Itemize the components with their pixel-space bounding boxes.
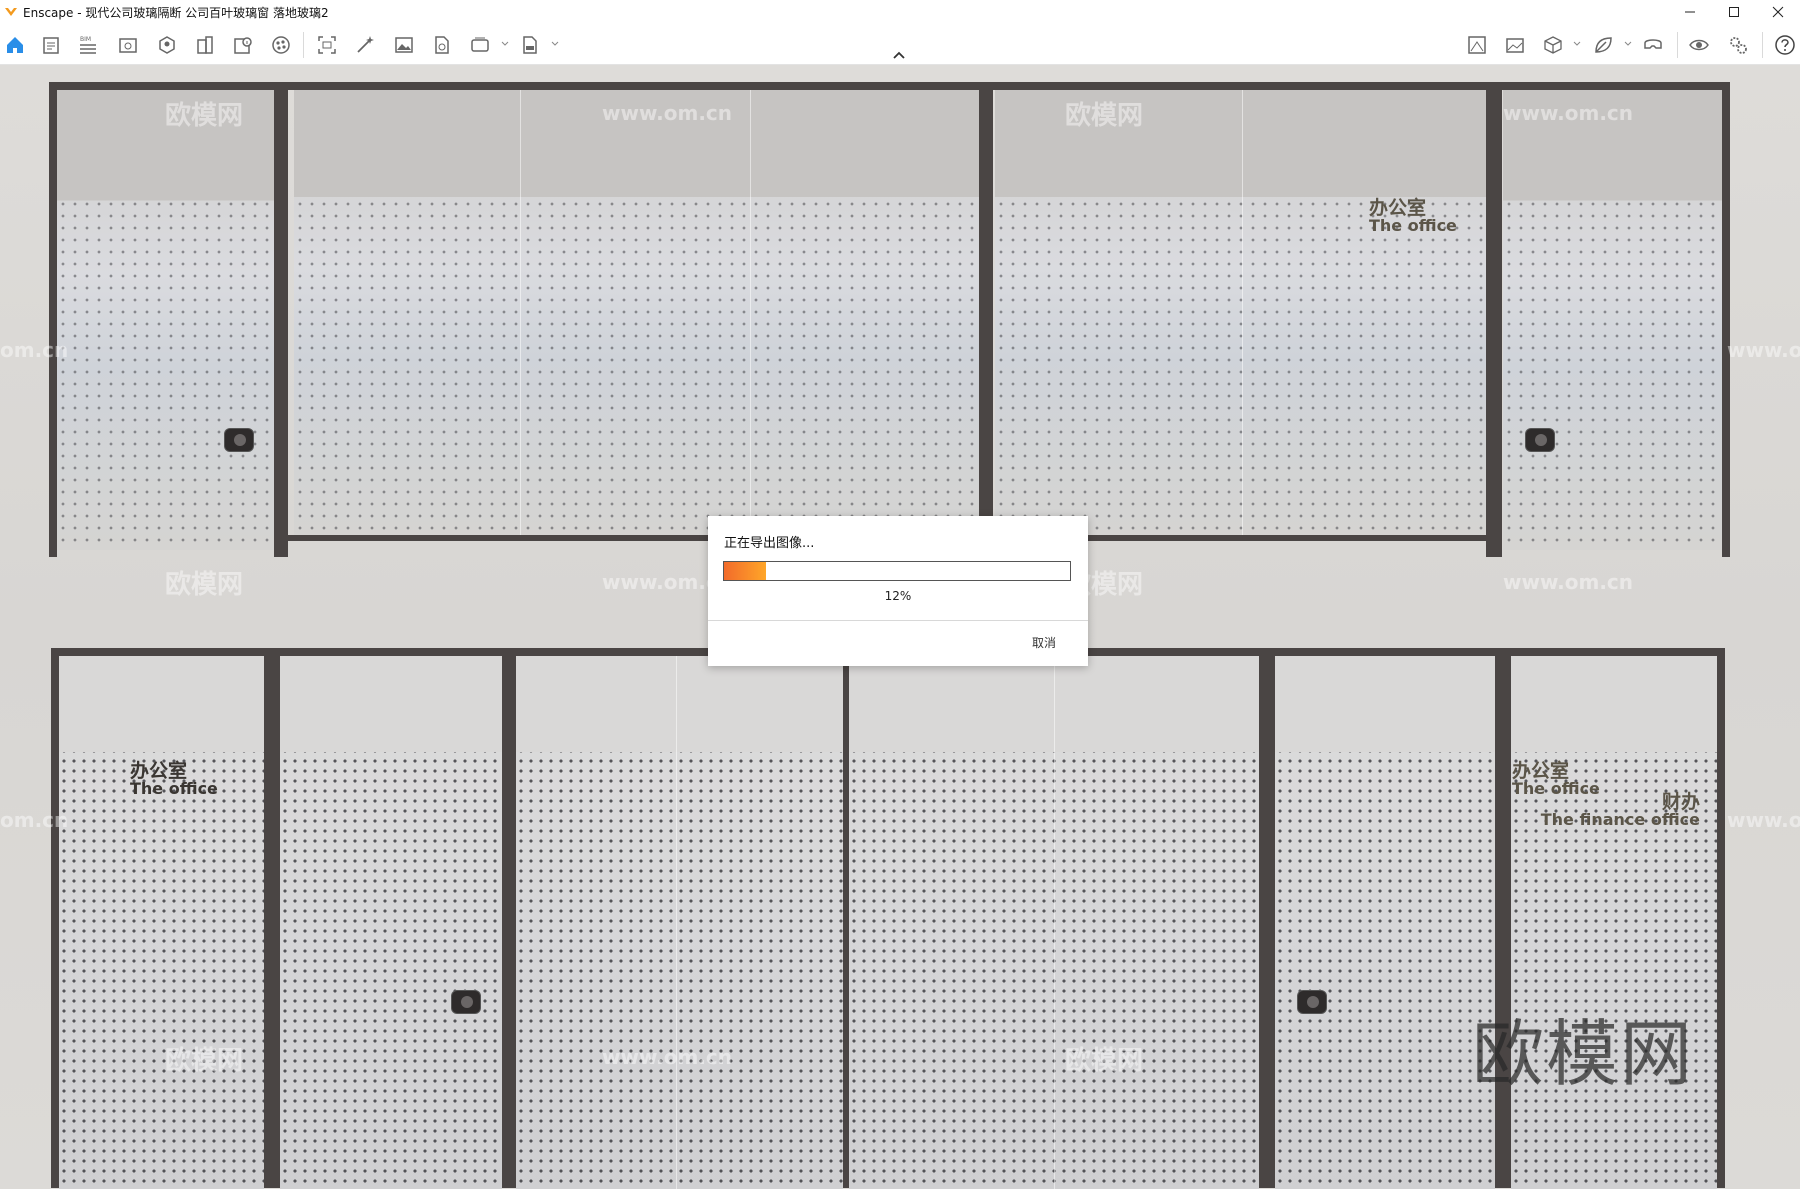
toolbar-separator (1762, 32, 1763, 58)
notes-icon[interactable] (40, 34, 62, 56)
chevron-down-icon[interactable] (1573, 39, 1581, 49)
window-title: Enscape - 现代公司玻璃隔断 公司百叶玻璃窗 落地玻璃2 (23, 5, 329, 20)
help-icon[interactable] (1774, 34, 1796, 56)
exe-export-icon[interactable] (519, 34, 541, 56)
glass-panel (57, 90, 274, 550)
glass-panel (1511, 656, 1717, 1189)
close-icon[interactable] (1756, 0, 1800, 24)
view-icon[interactable] (117, 34, 139, 56)
watermark: www.om (1727, 338, 1800, 362)
frame-top (49, 82, 1730, 90)
frame-post (1717, 648, 1725, 1188)
door-handle (1526, 429, 1554, 451)
glass-panel (1275, 656, 1495, 1189)
panel-joint (1054, 656, 1055, 1189)
bim-label: BIM (80, 36, 91, 43)
glass-panel (995, 90, 1486, 535)
settings-icon[interactable] (1727, 34, 1749, 56)
minimap-icon[interactable] (1466, 34, 1488, 56)
watermark-large: 欧模网 (1472, 1012, 1695, 1096)
maximize-icon[interactable] (1712, 0, 1756, 24)
office-sign: 办公室 The office (1512, 762, 1600, 797)
frame-post (49, 82, 57, 557)
minimize-icon[interactable] (1668, 0, 1712, 24)
watermark: om.cn (0, 338, 69, 362)
office-sign: 办公室 The office (130, 762, 218, 797)
panel-joint (676, 656, 677, 1189)
export-progress-bar (723, 561, 1071, 581)
frame-post (264, 648, 280, 1188)
bim-icon[interactable]: BIM (77, 34, 99, 56)
panorama-icon[interactable] (1504, 34, 1526, 56)
office-sign: 办公室 The office (1369, 199, 1457, 234)
info-panel-icon[interactable] (232, 34, 254, 56)
home-icon[interactable] (4, 34, 26, 56)
box-view-icon[interactable] (1542, 34, 1564, 56)
toolbar-separator (303, 32, 304, 58)
frame-post (1722, 82, 1730, 557)
chevron-down-icon[interactable] (551, 39, 559, 49)
watermark: www.om.cn (602, 1045, 733, 1069)
export-progress-dialog: 正在导出图像... 12% 取消 (708, 516, 1088, 666)
frame-post (1486, 82, 1502, 557)
frame-post (979, 82, 993, 557)
glass-panel (1503, 90, 1722, 550)
watermark: www.om (1727, 808, 1800, 832)
chevron-down-icon[interactable] (501, 39, 509, 49)
sign-en: The office (130, 779, 218, 798)
file-export-icon[interactable] (431, 34, 453, 56)
watermark: www.om.cn (602, 101, 733, 125)
chevron-up-icon[interactable] (891, 50, 907, 60)
enscape-logo-icon (5, 8, 17, 16)
door-handle (452, 991, 480, 1013)
watermark: 欧模网 (165, 570, 244, 600)
cancel-button[interactable]: 取消 (1032, 634, 1056, 651)
export-message: 正在导出图像... (724, 536, 815, 551)
frame-post (1259, 648, 1275, 1188)
glass-panel (280, 656, 502, 1189)
frame-post (502, 648, 516, 1188)
panel-joint (520, 90, 521, 535)
glass-panel (849, 656, 1259, 1189)
building-icon[interactable] (194, 34, 216, 56)
frame-post (274, 82, 288, 557)
toolbar-separator (1677, 32, 1678, 58)
sign-en: The finance office (1540, 810, 1700, 829)
watermark: 欧模网 (1065, 1046, 1144, 1076)
asset-library-icon[interactable] (156, 34, 178, 56)
progress-fill (724, 562, 766, 580)
watermark: www.om.cn (1503, 101, 1634, 125)
panel-joint (750, 90, 751, 535)
glass-panel (516, 656, 843, 1189)
title-bar: Enscape - 现代公司玻璃隔断 公司百叶玻璃窗 落地玻璃2 (0, 0, 1800, 24)
progress-percent-label: 12% (884, 589, 912, 603)
vr-headset-icon[interactable] (1642, 34, 1664, 56)
frame-post (51, 648, 59, 1188)
window-controls (1668, 0, 1800, 24)
capture-icon[interactable] (316, 34, 338, 56)
finance-office-sign: 财办 The finance office (1532, 793, 1700, 828)
eye-icon[interactable] (1688, 34, 1710, 56)
watermark: 欧模网 (1065, 101, 1144, 131)
watermark: 欧模网 (165, 101, 244, 131)
dialog-divider (708, 620, 1088, 621)
watermark: om.cn (0, 808, 69, 832)
glass-panel (294, 90, 979, 535)
door-handle (1298, 991, 1326, 1013)
door-handle (225, 429, 253, 451)
batch-render-icon[interactable] (469, 34, 491, 56)
chevron-down-icon[interactable] (1624, 39, 1632, 49)
material-ball-icon[interactable] (270, 34, 292, 56)
panel-joint (1242, 90, 1243, 535)
watermark: www.om.cn (1503, 570, 1634, 594)
image-icon[interactable] (393, 34, 415, 56)
glass-panel (59, 656, 264, 1189)
frame-post (1495, 648, 1511, 1188)
sign-en: The office (1369, 216, 1457, 235)
magic-wand-icon[interactable] (354, 34, 376, 56)
watermark: 欧模网 (165, 1046, 244, 1076)
leaf-icon[interactable] (1592, 34, 1614, 56)
